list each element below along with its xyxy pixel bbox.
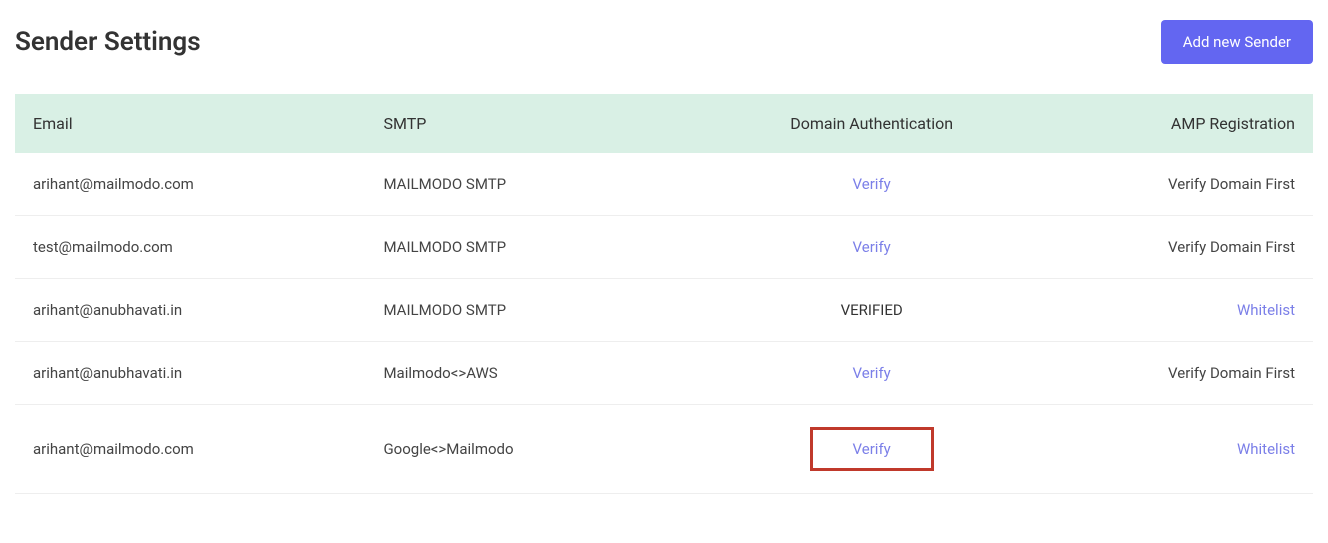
add-new-sender-button[interactable]: Add new Sender	[1161, 20, 1313, 64]
page-title: Sender Settings	[15, 27, 201, 57]
cell-amp-registration: Verify Domain First	[1040, 342, 1313, 405]
cell-amp-registration: Verify Domain First	[1040, 216, 1313, 279]
verify-domain-link[interactable]: Verify	[853, 175, 891, 193]
cell-email: arihant@mailmodo.com	[15, 405, 365, 494]
amp-status-text: Verify Domain First	[1168, 364, 1295, 382]
cell-email: test@mailmodo.com	[15, 216, 365, 279]
whitelist-link[interactable]: Whitelist	[1237, 301, 1295, 319]
table-row: arihant@anubhavati.inMailmodo<>AWS Verify…	[15, 342, 1313, 405]
column-header-email: Email	[15, 94, 365, 153]
domain-verified-text: VERIFIED	[841, 301, 903, 319]
cell-domain-auth: Verify	[703, 216, 1040, 279]
cell-domain-auth: Verify	[703, 342, 1040, 405]
verify-domain-link[interactable]: Verify	[853, 364, 891, 382]
cell-email: arihant@anubhavati.in	[15, 279, 365, 342]
highlight-box: Verify	[810, 427, 934, 471]
amp-status-text: Verify Domain First	[1168, 238, 1295, 256]
cell-amp-registration: Whitelist	[1040, 279, 1313, 342]
cell-smtp: MAILMODO SMTP	[365, 279, 702, 342]
cell-email: arihant@anubhavati.in	[15, 342, 365, 405]
verify-domain-link[interactable]: Verify	[853, 238, 891, 256]
sender-settings-table: Email SMTP Domain Authentication AMP Reg…	[15, 94, 1313, 494]
cell-domain-auth: Verify	[703, 153, 1040, 216]
cell-domain-auth: Verify	[703, 405, 1040, 494]
column-header-domain: Domain Authentication	[703, 94, 1040, 153]
cell-amp-registration: Verify Domain First	[1040, 153, 1313, 216]
cell-domain-auth: VERIFIED	[703, 279, 1040, 342]
table-row: arihant@mailmodo.comMAILMODO SMTP Verify V…	[15, 153, 1313, 216]
table-row: arihant@anubhavati.inMAILMODO SMTP VERIFI…	[15, 279, 1313, 342]
table-row: arihant@mailmodo.comGoogle<>Mailmodo Veri…	[15, 405, 1313, 494]
cell-smtp: MAILMODO SMTP	[365, 216, 702, 279]
cell-email: arihant@mailmodo.com	[15, 153, 365, 216]
cell-smtp: MAILMODO SMTP	[365, 153, 702, 216]
amp-status-text: Verify Domain First	[1168, 175, 1295, 193]
cell-smtp: Mailmodo<>AWS	[365, 342, 702, 405]
column-header-smtp: SMTP	[365, 94, 702, 153]
column-header-amp: AMP Registration	[1040, 94, 1313, 153]
table-row: test@mailmodo.comMAILMODO SMTP Verify Veri…	[15, 216, 1313, 279]
whitelist-link[interactable]: Whitelist	[1237, 440, 1295, 458]
cell-amp-registration: Whitelist	[1040, 405, 1313, 494]
verify-domain-link[interactable]: Verify	[853, 440, 891, 458]
cell-smtp: Google<>Mailmodo	[365, 405, 702, 494]
